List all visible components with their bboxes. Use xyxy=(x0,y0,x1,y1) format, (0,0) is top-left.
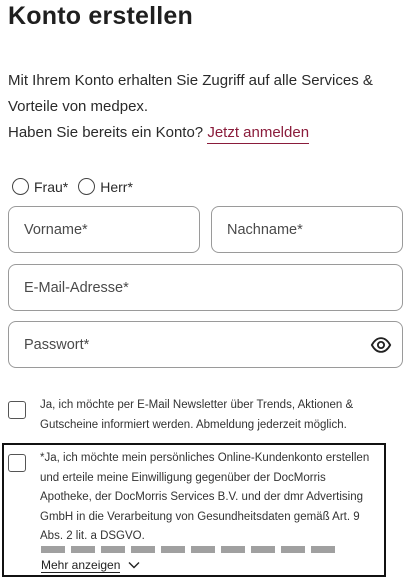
consent-checkbox[interactable] xyxy=(8,454,26,472)
show-more-button[interactable]: Mehr anzeigen xyxy=(41,555,147,575)
email-field[interactable]: E-Mail-Adresse* xyxy=(8,264,403,311)
newsletter-text: Ja, ich möchte per E-Mail Newsletter übe… xyxy=(40,399,354,431)
password-field[interactable]: Passwort* xyxy=(8,321,403,368)
existing-account-text: Haben Sie bereits ein Konto? xyxy=(8,124,204,141)
login-link[interactable]: Jetzt anmelden xyxy=(207,124,310,144)
show-more-label: Mehr anzeigen xyxy=(41,557,121,573)
salutation-group: Frau* Herr* xyxy=(12,178,143,195)
firstname-field[interactable]: Vorname* xyxy=(8,206,200,253)
salutation-frau-radio[interactable]: Frau* xyxy=(12,178,68,195)
intro-login-prompt: Haben Sie bereits ein Konto? Jetzt anmel… xyxy=(8,120,408,146)
newsletter-checkbox[interactable] xyxy=(8,401,26,419)
consent-text: *Ja, ich möchte mein persönliches Online… xyxy=(40,452,370,542)
consent-option: *Ja, ich möchte mein persönliches Online… xyxy=(8,449,380,547)
salutation-herr-radio[interactable]: Herr* xyxy=(78,178,133,195)
page-title: Konto erstellen xyxy=(8,2,193,30)
truncated-text-fade xyxy=(41,546,341,553)
intro-text: Mit Ihrem Konto erhalten Sie Zugriff auf… xyxy=(8,68,408,146)
salutation-frau-label: Frau* xyxy=(34,178,69,195)
intro-services-text: Mit Ihrem Konto erhalten Sie Zugriff auf… xyxy=(8,72,373,115)
consent-box: *Ja, ich möchte mein persönliches Online… xyxy=(2,443,386,577)
radio-circle[interactable] xyxy=(12,178,29,195)
newsletter-option: Ja, ich möchte per E-Mail Newsletter übe… xyxy=(8,396,398,435)
radio-circle[interactable] xyxy=(78,178,96,195)
lastname-field[interactable]: Nachname* xyxy=(211,206,403,253)
password-placeholder: Passwort* xyxy=(24,336,90,353)
firstname-placeholder: Vorname* xyxy=(24,221,88,238)
email-placeholder: E-Mail-Adresse* xyxy=(24,279,129,296)
chevron-down-icon xyxy=(128,562,140,569)
lastname-placeholder: Nachname* xyxy=(227,221,303,238)
salutation-herr-label: Herr* xyxy=(100,178,133,195)
eye-icon[interactable] xyxy=(370,334,392,356)
